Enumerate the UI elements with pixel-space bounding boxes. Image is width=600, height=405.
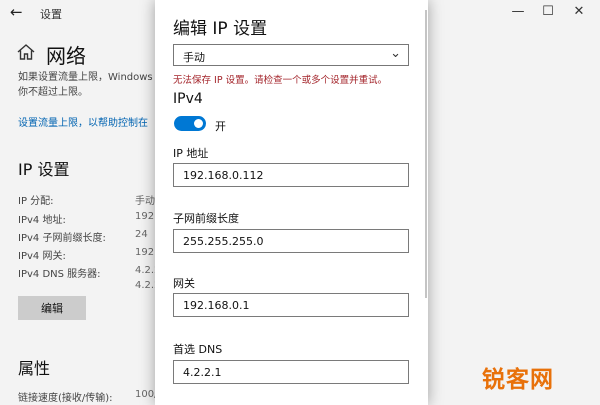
home-icon [17, 44, 35, 60]
dialog-title: 编辑 IP 设置 [173, 19, 268, 39]
description-line: 你不超过上限。 [18, 87, 88, 98]
prop-value: 手动 [135, 196, 155, 207]
ip-address-input[interactable] [173, 163, 409, 187]
maximize-button[interactable]: ☐ [538, 4, 558, 19]
ipv4-heading: IPv4 [173, 91, 203, 107]
link-speed-label: 链接速度(接收/传输): [18, 393, 113, 404]
ip-settings-heading: IP 设置 [18, 160, 70, 179]
close-button[interactable]: ✕ [569, 4, 589, 19]
prop-value: 24 [135, 229, 148, 240]
properties-heading: 属性 [18, 359, 51, 378]
subnet-prefix-input[interactable] [173, 229, 409, 253]
ip-assignment-select[interactable]: 手动 ⌄ [173, 44, 409, 66]
minimize-button[interactable]: — [508, 4, 528, 19]
toggle-label: 开 [215, 120, 226, 133]
select-value: 手动 [183, 51, 205, 64]
prop-value: 192. [135, 211, 158, 222]
data-limit-link[interactable]: 设置流量上限，以帮助控制在 [18, 114, 148, 129]
description-line: 如果设置流量上限，Windows [18, 72, 153, 83]
toggle-knob [194, 119, 203, 128]
edit-button[interactable]: 编辑 [18, 296, 86, 320]
prop-label: IPv4 子网前缀长度: [18, 233, 106, 244]
ipv4-toggle[interactable] [174, 116, 206, 131]
chevron-down-icon: ⌄ [390, 46, 401, 61]
back-arrow-icon[interactable]: ← [10, 3, 23, 21]
prop-label: IPv4 网关: [18, 251, 66, 262]
dialog-scrollbar[interactable] [425, 10, 427, 298]
prop-value: 192. [135, 247, 158, 258]
gateway-input[interactable] [173, 293, 409, 317]
watermark-logo: 锐客网 [482, 366, 554, 393]
prop-label: IPv4 DNS 服务器: [18, 269, 101, 280]
error-message: 无法保存 IP 设置。请检查一个或多个设置并重试。 [173, 75, 388, 86]
edit-ip-dialog: 编辑 IP 设置 手动 ⌄ 无法保存 IP 设置。请检查一个或多个设置并重试。 … [155, 0, 428, 405]
preferred-dns-input[interactable] [173, 360, 409, 384]
ip-address-label: IP 地址 [173, 147, 209, 160]
preferred-dns-label: 首选 DNS [173, 343, 223, 356]
subnet-prefix-label: 子网前缀长度 [173, 212, 239, 225]
gateway-label: 网关 [173, 277, 195, 290]
prop-label: IP 分配: [18, 196, 54, 207]
prop-label: IPv4 地址: [18, 215, 66, 226]
page-title: 网络 [46, 44, 86, 68]
window-title: 设置 [40, 8, 62, 21]
